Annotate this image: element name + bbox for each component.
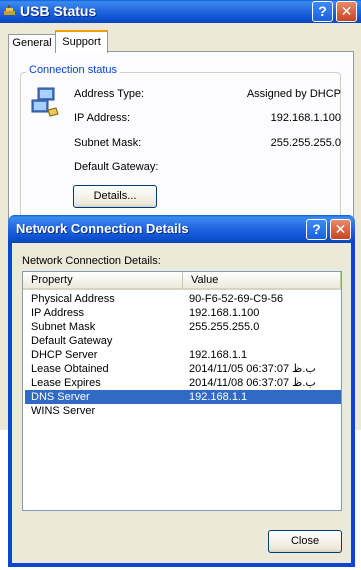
address-type-value: Assigned by DHCP [246,88,341,100]
property-cell: Physical Address [31,293,115,305]
property-cell: DHCP Server [31,349,98,361]
table-row[interactable]: Lease Expires 2014/11/08 06:37:07 ب.ظ [25,376,341,390]
tab-support[interactable]: Support [55,30,108,53]
details-button[interactable]: Details... [73,185,157,208]
details-listview[interactable]: Property Value Physical Address 90-F6-52-… [22,271,342,511]
usb-connection-icon [4,5,15,15]
property-cell: WINS Server [31,405,96,417]
table-row[interactable]: IP Address 192.168.1.100 [25,306,341,320]
subnet-mask-label: Subnet Mask: [74,137,142,149]
subnet-mask-value: 255.255.255.0 [270,137,341,149]
address-type-label: Address Type: [74,88,145,100]
value-cell: 192.168.1.1 [189,391,248,403]
dialog-help-button[interactable]: ? [306,219,327,240]
value-cell: 255.255.255.0 [189,321,260,333]
property-cell: IP Address [31,307,84,319]
dialog-close-x-button[interactable]: ✕ [330,219,351,240]
value-cell: 2014/11/08 06:37:07 ب.ظ [189,377,316,389]
property-cell: Lease Obtained [31,363,109,375]
property-cell: Default Gateway [31,335,113,347]
value-cell: 192.168.1.1 [189,349,248,361]
value-cell: 2014/11/05 06:37:07 ب.ظ [189,363,316,375]
ip-address-label: IP Address: [74,112,131,124]
property-cell: DNS Server [31,391,90,403]
close-button[interactable]: Close [268,530,342,553]
details-caption: Network Connection Details: [22,255,161,267]
dialog-title: Network Connection Details [16,221,189,236]
table-row[interactable]: Physical Address 90-F6-52-69-C9-56 [25,292,341,306]
property-cell: Subnet Mask [31,321,96,333]
column-header-property[interactable]: Property [23,272,183,290]
table-row[interactable]: WINS Server [25,404,341,418]
connection-status-caption: Connection status [26,64,121,76]
usb-close-button[interactable]: ✕ [336,1,357,22]
column-header-value[interactable]: Value [183,272,341,290]
value-cell: 90-F6-52-69-C9-56 [189,293,284,305]
dialog-titlebar[interactable]: Network Connection Details ? ✕ [8,215,355,243]
ip-address-value: 192.168.1.100 [270,112,341,124]
usb-help-button[interactable]: ? [312,1,333,22]
table-row[interactable]: Lease Obtained 2014/11/05 06:37:07 ب.ظ [25,362,341,376]
property-cell: Lease Expires [31,377,101,389]
table-row[interactable]: Default Gateway [25,334,341,348]
table-row[interactable]: DHCP Server 192.168.1.1 [25,348,341,362]
network-connection-icon [31,87,59,117]
usb-status-titlebar[interactable]: USB Status ? ✕ [0,0,361,23]
tab-general[interactable]: General [8,34,56,52]
table-row[interactable]: Subnet Mask 255.255.255.0 [25,320,341,334]
value-cell: 192.168.1.100 [189,307,260,319]
table-row-selected[interactable]: DNS Server 192.168.1.1 [25,390,341,404]
usb-status-title: USB Status [20,3,97,19]
default-gateway-label: Default Gateway: [74,161,159,173]
